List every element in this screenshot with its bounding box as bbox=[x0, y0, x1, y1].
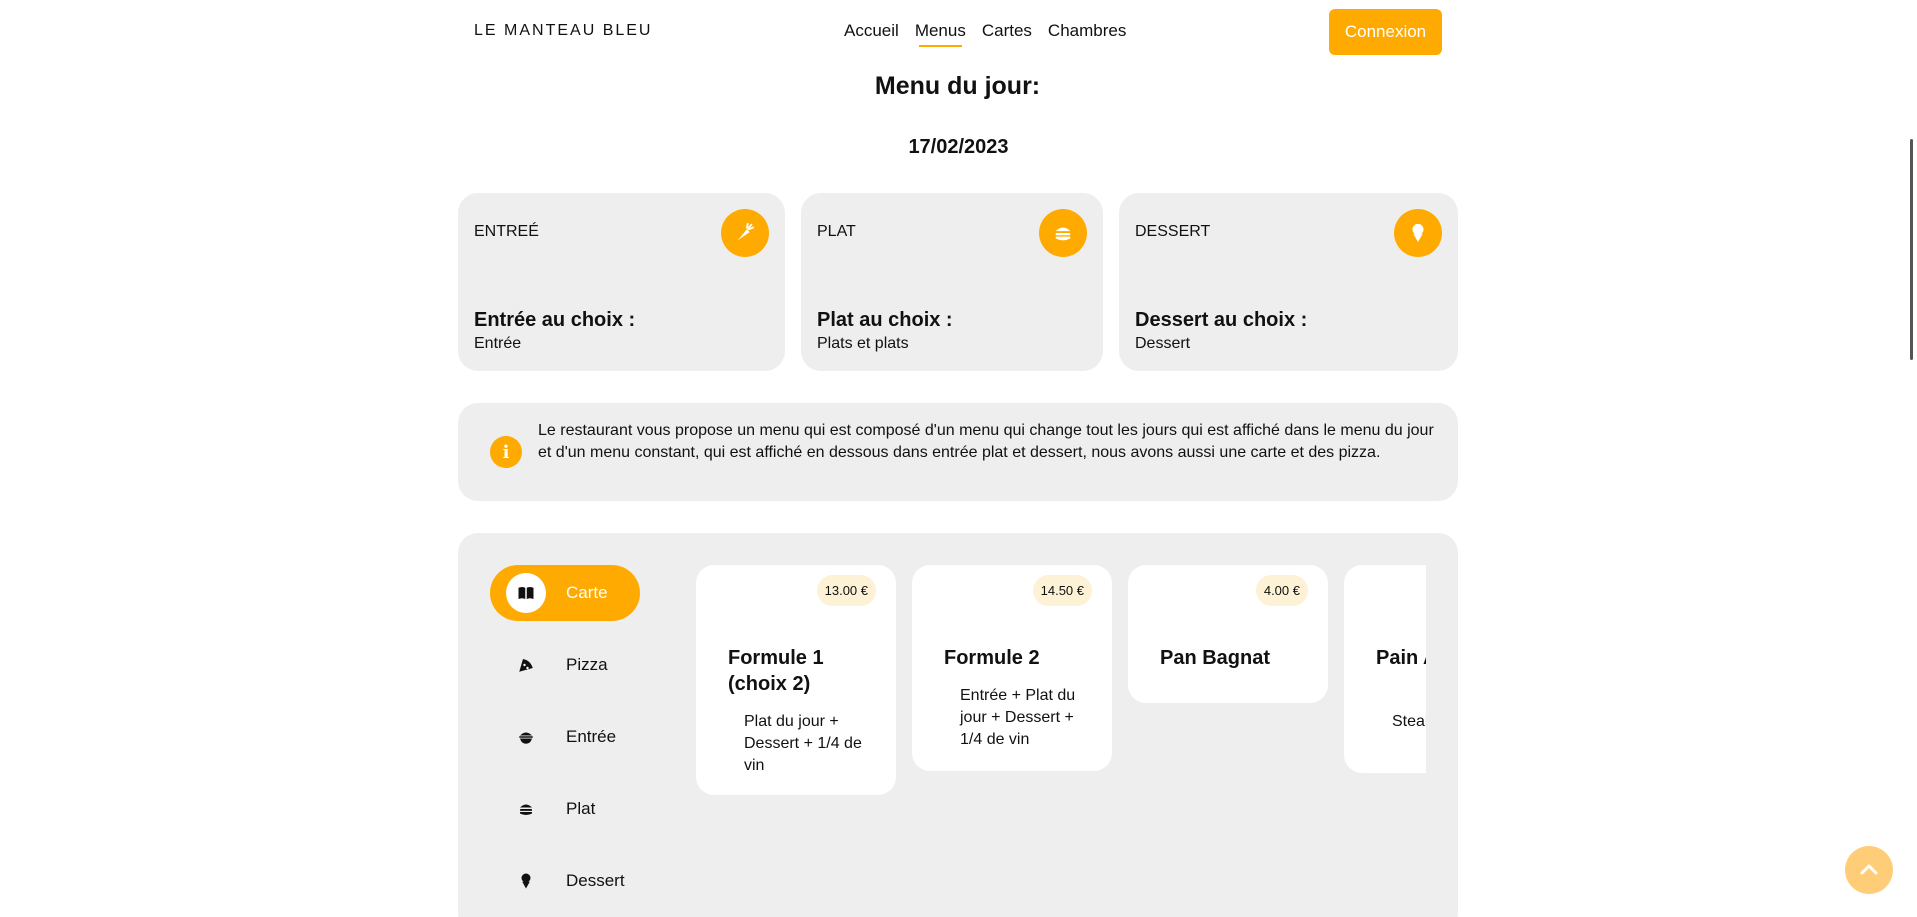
sidebar-item-pizza[interactable]: Pizza bbox=[490, 637, 640, 693]
sidebar-item-label: Pizza bbox=[566, 655, 608, 674]
sidebar-item-plat[interactable]: Plat bbox=[490, 781, 640, 837]
info-text: Le restaurant vous propose un menu qui e… bbox=[538, 422, 1434, 461]
product-name: Formule 1 (choix 2) bbox=[728, 647, 824, 695]
sidebar-item-dessert[interactable]: Dessert bbox=[490, 853, 640, 909]
carrot-icon bbox=[721, 209, 769, 257]
product-name: Pan Bagnat bbox=[1160, 647, 1271, 669]
course-choice-title: Entrée au choix : bbox=[474, 309, 636, 331]
course-label: DESSERT bbox=[1135, 223, 1211, 240]
course-choice-value: Plats et plats bbox=[817, 335, 909, 352]
scroll-to-top-button[interactable] bbox=[1845, 846, 1893, 894]
login-button[interactable]: Connexion bbox=[1329, 9, 1442, 55]
product-name: Formule 2 bbox=[944, 647, 1040, 669]
product-name: Pain Americain bbox=[1376, 647, 1426, 669]
product-description: Plat du jour + Dessert + 1/4 de vin bbox=[744, 713, 862, 774]
nav-accueil[interactable]: Accueil bbox=[844, 21, 899, 47]
burger-icon bbox=[506, 789, 546, 829]
sidebar-item-entree[interactable]: Entrée bbox=[490, 709, 640, 765]
burger-icon bbox=[1039, 209, 1087, 257]
site-header: LE MANTEAU BLEU Accueil Menus Cartes Cha… bbox=[0, 0, 1900, 64]
info-icon: i bbox=[490, 436, 522, 468]
ice-cream-icon bbox=[506, 861, 546, 901]
main-nav: Accueil Menus Cartes Chambres bbox=[844, 21, 1126, 47]
sidebar-item-label: Carte bbox=[566, 583, 608, 602]
course-card-plat: PLAT Plat au choix : Plats et plats bbox=[801, 193, 1103, 371]
site-logo[interactable]: LE MANTEAU BLEU bbox=[474, 22, 652, 40]
product-card[interactable]: 14.50 € Formule 2 Entrée + Plat du jour … bbox=[912, 565, 1112, 771]
product-card[interactable]: Pain Americain Steak frites bbox=[1344, 565, 1426, 773]
info-box: i Le restaurant vous propose un menu qui… bbox=[458, 403, 1458, 501]
sidebar-item-carte[interactable]: Carte bbox=[490, 565, 640, 621]
page-scrollbar[interactable] bbox=[1900, 0, 1917, 917]
course-card-entree: ENTREÉ Entrée au choix : Entrée bbox=[458, 193, 785, 371]
chevron-up-icon bbox=[1860, 864, 1878, 875]
course-choice-title: Plat au choix : bbox=[817, 309, 953, 331]
menu-panel: Carte Pizza Entrée Plat Dessert 13.00 € … bbox=[458, 533, 1458, 917]
nav-chambres[interactable]: Chambres bbox=[1048, 21, 1126, 47]
course-label: PLAT bbox=[817, 223, 856, 240]
price-badge: 14.50 € bbox=[1032, 575, 1092, 606]
course-choice-value: Entrée bbox=[474, 335, 522, 352]
course-label: ENTREÉ bbox=[474, 223, 539, 240]
product-card[interactable]: 4.00 € Pan Bagnat bbox=[1128, 565, 1328, 703]
product-description: Entrée + Plat du jour + Dessert + 1/4 de… bbox=[960, 687, 1076, 748]
product-carousel: 13.00 € Formule 1 (choix 2) Plat du jour… bbox=[696, 565, 1426, 825]
price-badge: 13.00 € bbox=[816, 575, 876, 606]
pizza-icon bbox=[506, 645, 546, 685]
menu-date: 17/02/2023 bbox=[908, 136, 1009, 158]
course-card-dessert: DESSERT Dessert au choix : Dessert bbox=[1119, 193, 1458, 371]
course-choice-title: Dessert au choix : bbox=[1135, 309, 1308, 331]
sidebar-item-label: Entrée bbox=[566, 727, 617, 746]
sidebar-item-label: Plat bbox=[566, 799, 596, 818]
nav-menus[interactable]: Menus bbox=[915, 21, 966, 47]
course-choice-value: Dessert bbox=[1135, 335, 1191, 352]
price-badge: 4.00 € bbox=[1255, 575, 1308, 606]
page-title-text: Menu du jour: bbox=[874, 72, 1041, 100]
bowl-icon bbox=[506, 717, 546, 757]
product-description: Steak frites bbox=[1392, 713, 1426, 730]
product-card[interactable]: 13.00 € Formule 1 (choix 2) Plat du jour… bbox=[696, 565, 896, 795]
ice-cream-icon bbox=[1394, 209, 1442, 257]
book-icon bbox=[506, 573, 546, 613]
page-title: Menu du jour: bbox=[0, 72, 1917, 101]
scrollbar-thumb[interactable] bbox=[1910, 139, 1913, 360]
sidebar-item-label: Dessert bbox=[566, 871, 625, 890]
nav-cartes[interactable]: Cartes bbox=[982, 21, 1032, 47]
